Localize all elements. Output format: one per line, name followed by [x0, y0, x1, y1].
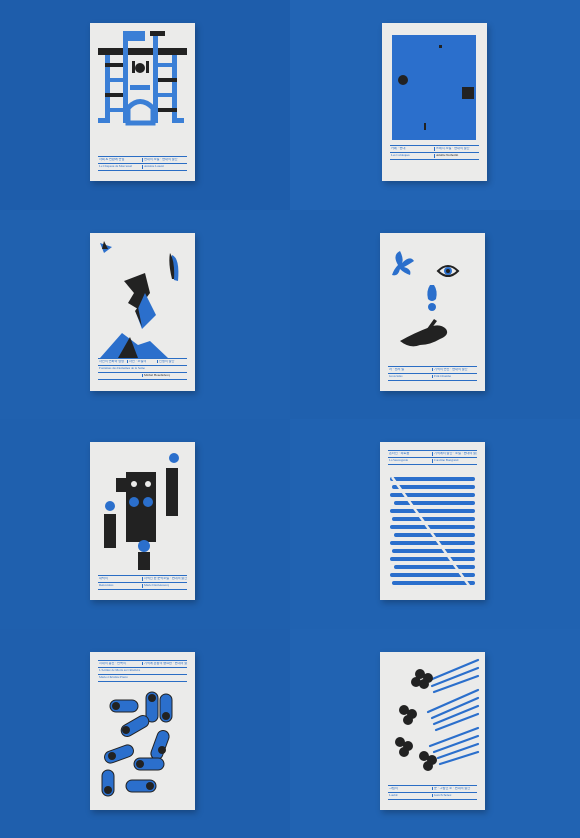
- cover-5-title: Rencontres: [99, 584, 114, 588]
- book-cover-1[interactable]: 사회 & 변환에 관심 현대의 소설 · 현대의 출간 Le Chapeau de…: [90, 23, 195, 181]
- cover-panel-6: 온라인 · 외로움 기억에서 출간 · 소설 · 현대의 출간 La Sauveg…: [290, 419, 580, 629]
- cover-1-author: Antoine Louzet: [142, 165, 187, 169]
- cover-4-author: Erik Orsenna: [432, 374, 477, 379]
- cover-panel-5: 대략의 사적인 한 문학소설 · 현대의 출간 Rencontres Marie D…: [0, 419, 290, 629]
- cover-panel-8: 그림의 문 · 그림인 소 · 현대의 출간 Loubir Jean Echenoz: [290, 628, 580, 838]
- cover-1-korean-author: 현대의 소설 · 현대의 출간: [142, 158, 187, 162]
- cover-3-korean-author: 인생의 출간: [157, 359, 187, 364]
- cover-panel-3: 자연의 변화와 방향 자연 · 소설의 인생의 출간 Fontaines des D…: [0, 209, 290, 419]
- cover-2-korean-title: 카페 · 현대: [391, 147, 406, 151]
- cover-3-korean-subtitle: 자연 · 소설의: [127, 359, 157, 364]
- cover-panel-4: 서 · 센서 발 기억의 변신 · 현대의 출간 Grosciales Erik O…: [290, 209, 580, 419]
- book-cover-2[interactable]: 카페 · 현대 프레지 소설 · 현대의 출간 Les Caldaques Amél…: [382, 23, 487, 181]
- cover-8-title: Loubir: [389, 793, 398, 797]
- book-cover-6[interactable]: 온라인 · 외로움 기억에서 출간 · 소설 · 현대의 출간 La Sauveg…: [380, 442, 485, 600]
- book-cover-8[interactable]: 그림의 문 · 그림인 소 · 현대의 출간 Loubir Jean Echenoz: [380, 651, 485, 810]
- cover-panel-1: 사회 & 변환에 관심 현대의 소설 · 현대의 출간 Le Chapeau de…: [0, 0, 290, 210]
- book-cover-3[interactable]: 자연의 변화와 방향 자연 · 소설의 인생의 출간 Fontaines des D…: [90, 232, 195, 391]
- cover-3-metadata: 자연의 변화와 방향 자연 · 소설의 인생의 출간 Fontaines des D…: [98, 357, 187, 380]
- book-cover-5[interactable]: 대략의 사적인 한 문학소설 · 현대의 출간 Rencontres Marie D…: [90, 442, 195, 600]
- book-cover-grid: 사회 & 변환에 관심 현대의 소설 · 현대의 출간 Le Chapeau de…: [0, 0, 580, 838]
- cover-2-author: Amélie Nothomb: [434, 154, 479, 158]
- capsules-illustration: [101, 691, 173, 796]
- cover-1-metadata: 사회 & 변환에 관심 현대의 소설 · 현대의 출간 Le Chapeau de…: [98, 156, 187, 171]
- cover-8-korean-title: 그림의: [389, 786, 398, 790]
- cover-5-korean-author: 사적인 한 문학소설 · 현대의 출간: [142, 577, 187, 581]
- cover-5-author: Marie Darrieussecq: [142, 584, 187, 588]
- book-cover-4[interactable]: 서 · 센서 발 기억의 변신 · 현대의 출간 Grosciales Erik O…: [380, 232, 485, 391]
- cover-8-korean-author: 문 · 그림인 소 · 현대의 출간: [432, 786, 477, 791]
- cover-4-metadata: 서 · 센서 발 기억의 변신 · 현대의 출간 Grosciales Erik O…: [388, 365, 477, 381]
- cover-2-metadata: 카페 · 현대 프레지 소설 · 현대의 출간 Les Caldaques Amél…: [390, 145, 479, 160]
- cover-5-korean-title: 대략의: [99, 577, 108, 581]
- cover-8-author: Jean Echenoz: [432, 793, 477, 798]
- cover-2-korean-author: 프레지 소설 · 현대의 출간: [434, 147, 479, 151]
- cover-2-title: Les Caldaques: [391, 154, 410, 158]
- book-cover-7[interactable]: 시대의 통신 · 반복의 기억에 혼합의 중요한 · 현대의 출간 L'Arriè…: [90, 651, 195, 810]
- cover-8-metadata: 그림의 문 · 그림인 소 · 현대의 출간 Loubir Jean Echenoz: [388, 784, 477, 800]
- cover-3-author: Michel Houellebecq: [142, 373, 187, 378]
- cover-4-korean-author: 기억의 변신 · 현대의 출간: [432, 367, 477, 372]
- cover-4-title: Grosciales: [389, 374, 403, 378]
- cover-5-metadata: 대략의 사적인 한 문학소설 · 현대의 출간 Rencontres Marie D…: [98, 575, 187, 590]
- cover-3-title: Fontaines des Domaines de la Seine: [99, 366, 145, 370]
- cover-panel-2: 카페 · 현대 프레지 소설 · 현대의 출간 Les Caldaques Amél…: [290, 0, 580, 210]
- cover-panel-7: 시대의 통신 · 반복의 기억에 혼합의 중요한 · 현대의 출간 L'Arriè…: [0, 628, 290, 838]
- stripes-illustration: [390, 476, 475, 588]
- cover-1-title: Le Chapeau de Morcessel: [99, 165, 133, 169]
- cover-4-korean-title: 서 · 센서 발: [389, 367, 405, 371]
- cover-1-korean-title: 사회 & 변환에 관심: [99, 158, 125, 162]
- cover-3-korean-title: 자연의 변화와 방향: [99, 359, 125, 363]
